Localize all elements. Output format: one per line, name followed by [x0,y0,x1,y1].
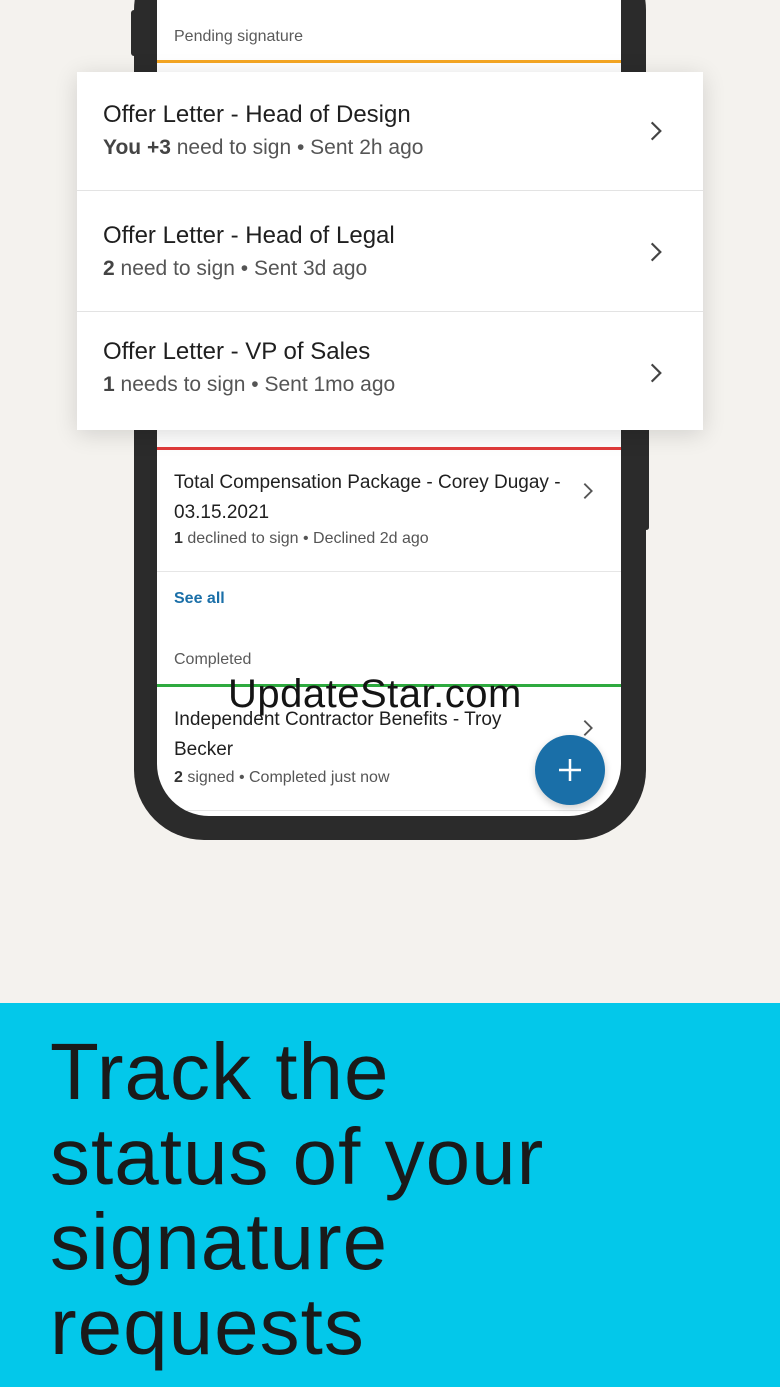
pending-document-row[interactable]: Offer Letter - Head of Design You +3 nee… [77,72,703,191]
document-title: Total Compensation Package - Corey Dugay… [174,472,561,523]
chevron-right-icon [650,121,662,141]
promo-banner: Track the status of your signature reque… [0,1003,780,1387]
document-status: 2 signed • Completed just now [174,769,390,786]
pending-section-label: Pending signature [174,28,303,45]
document-status: 1 needs to sign • Sent 1mo ago [103,373,396,396]
pending-status-line [157,60,621,63]
chevron-right-icon [583,483,593,499]
chevron-right-icon [650,363,662,383]
headline-line: status of your [50,1112,545,1201]
add-document-button[interactable] [535,735,605,805]
document-status: You +3 need to sign • Sent 2h ago [103,136,424,159]
document-title: Offer Letter - VP of Sales [103,338,371,365]
see-all-link[interactable]: See all [174,590,225,608]
document-status: 2 need to sign • Sent 3d ago [103,257,368,280]
document-status: 1 declined to sign • Declined 2d ago [174,530,429,547]
pending-document-row[interactable]: Offer Letter - Head of Legal 2 need to s… [77,191,703,312]
banner-headline: Track the status of your signature reque… [50,1029,750,1369]
headline-line: signature [50,1197,389,1286]
completed-section-label: Completed [174,651,252,668]
chevron-right-icon [650,242,662,262]
document-title: Offer Letter - Head of Design [103,101,411,128]
headline-line: Track the [50,1027,390,1116]
document-title: Offer Letter - Head of Legal [103,222,395,249]
headline-line: requests [50,1282,365,1371]
plus-icon [559,759,581,781]
pending-requests-card: Offer Letter - Head of Design You +3 nee… [77,72,703,430]
pending-document-row[interactable]: Offer Letter - VP of Sales 1 needs to si… [77,312,703,430]
watermark-text: UpdateStar.com [228,672,522,716]
declined-document-row[interactable]: Total Compensation Package - Corey Dugay… [157,450,621,572]
